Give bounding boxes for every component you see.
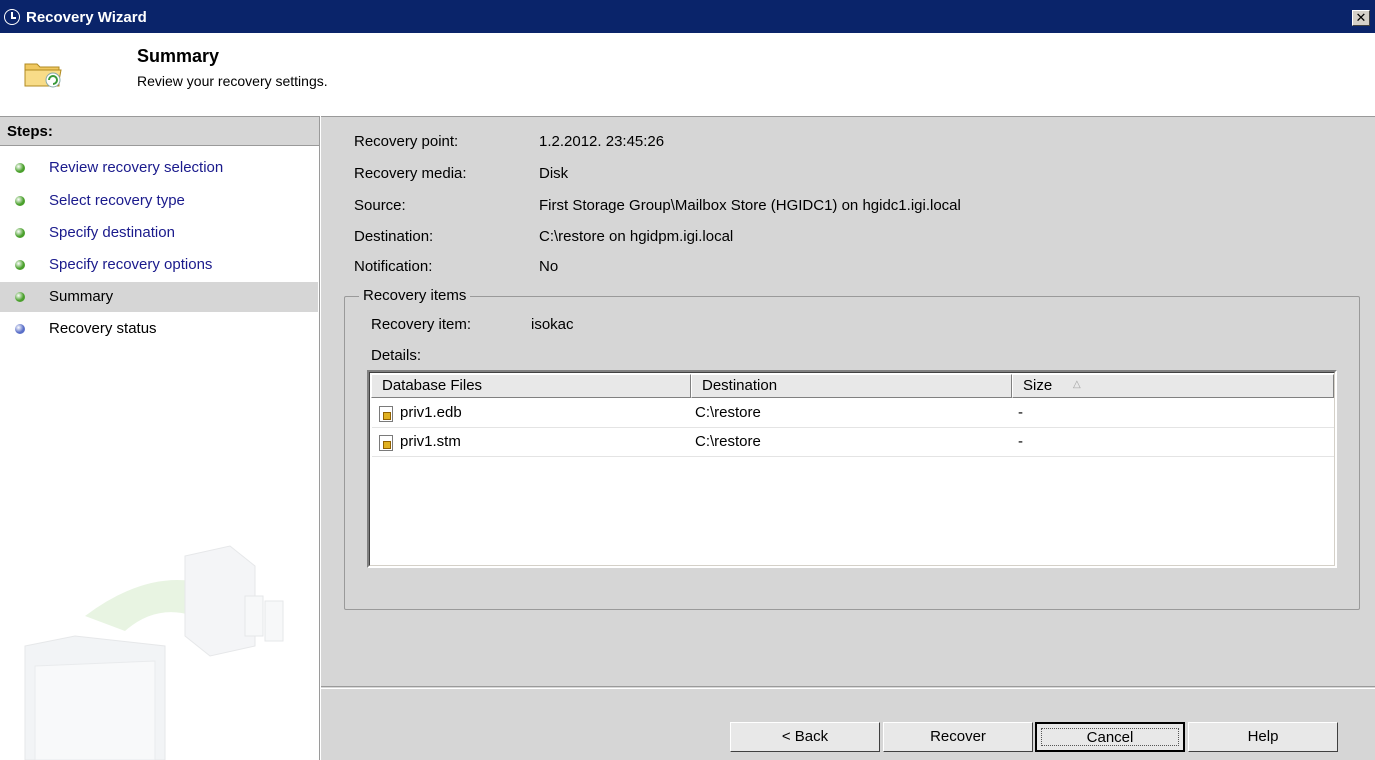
destination-label: Destination: [354,228,434,245]
column-header-label: Size [1023,377,1053,394]
column-header-destination[interactable]: Destination [691,374,1012,398]
notification-label: Notification: [354,258,433,275]
page-title: Summary [137,46,220,66]
sort-ascending-icon: △ [1073,379,1081,390]
step-summary: Summary [0,282,318,312]
step-review-recovery-selection[interactable]: Review recovery selection [0,153,318,183]
source-value: First Storage Group\Mailbox Store (HGIDC… [539,197,961,214]
step-label: Recovery status [49,320,157,337]
table-row[interactable]: priv1.edb C:\restore - [372,399,1334,428]
file-destination: C:\restore [695,404,761,421]
back-button[interactable]: < Back [730,722,880,752]
step-status-dot [15,292,25,302]
file-name: priv1.stm [400,433,461,450]
step-specify-recovery-options[interactable]: Specify recovery options [0,250,318,280]
details-label: Details: [371,347,422,364]
help-button[interactable]: Help [1188,722,1338,752]
recovery-items-legend: Recovery items [359,287,471,304]
wizard-footer: < Back Recover Cancel Help [321,686,1375,760]
step-status-dot [15,196,25,206]
database-file-icon [379,435,393,451]
file-size: - [1018,433,1023,450]
step-status-dot [15,324,25,334]
page-subtitle: Review your recovery settings. [137,73,328,89]
step-status-dot [15,163,25,173]
step-select-recovery-type[interactable]: Select recovery type [0,186,318,216]
column-header-label: Database Files [382,377,483,394]
step-recovery-status: Recovery status [0,314,318,344]
step-label: Select recovery type [49,192,185,209]
database-file-icon [379,406,393,422]
folder-recovery-icon [24,63,62,88]
recovery-media-label: Recovery media: [354,165,467,182]
file-name: priv1.edb [400,404,462,421]
clock-icon [4,9,20,25]
steps-panel: Steps: Review recovery selection Select … [0,116,320,760]
cancel-button[interactable]: Cancel [1035,722,1185,752]
summary-content: Recovery point: 1.2.2012. 23:45:26 Recov… [321,116,1375,686]
column-header-size[interactable]: Size △ [1012,374,1334,398]
step-label: Review recovery selection [49,159,224,176]
file-size: - [1018,404,1023,421]
table-row[interactable]: priv1.stm C:\restore - [372,428,1334,457]
destination-value: C:\restore on hgidpm.igi.local [539,228,734,245]
close-button[interactable]: ✕ [1352,10,1370,26]
recovery-point-value: 1.2.2012. 23:45:26 [539,133,665,150]
source-label: Source: [354,197,406,214]
title-bar: Recovery Wizard ✕ [0,0,1375,33]
recovery-point-label: Recovery point: [354,133,459,150]
notification-value: No [539,258,559,275]
file-destination: C:\restore [695,433,761,450]
watermark-illustration [24,545,284,760]
step-label: Specify destination [49,224,175,241]
recovery-files-list[interactable]: Database Files Destination Size △ priv1.… [367,370,1337,568]
recover-button[interactable]: Recover [883,722,1033,752]
window-title: Recovery Wizard [26,9,147,26]
column-header-label: Destination [702,377,778,394]
step-label: Specify recovery options [49,256,213,273]
column-header-database-files[interactable]: Database Files [371,374,691,398]
step-label: Summary [49,288,114,305]
wizard-header: Summary Review your recovery settings. [0,33,1375,116]
step-status-dot [15,228,25,238]
steps-heading: Steps: [0,116,319,146]
steps-heading-label: Steps: [7,123,53,140]
step-status-dot [15,260,25,270]
recovery-items-group: Recovery items Recovery item: isokac Det… [344,287,1360,610]
recovery-item-label: Recovery item: [371,316,472,333]
step-specify-destination[interactable]: Specify destination [0,218,318,248]
recovery-media-value: Disk [539,165,569,182]
recovery-item-value: isokac [531,316,574,333]
